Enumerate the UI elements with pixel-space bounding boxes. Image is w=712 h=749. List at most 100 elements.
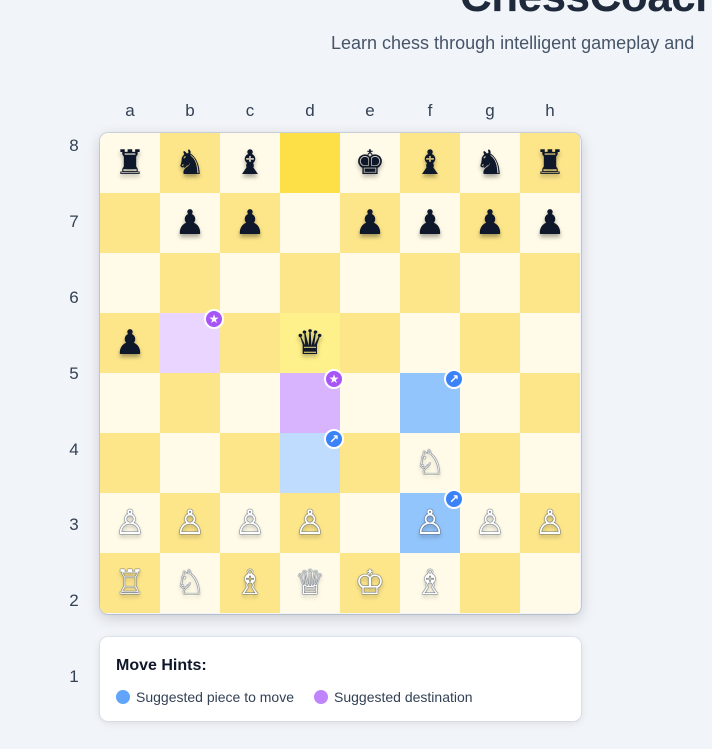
file-label-a: a: [125, 101, 135, 120]
square-d6[interactable]: [280, 253, 340, 313]
square-a3[interactable]: [100, 433, 160, 493]
file-label-c: c: [245, 101, 255, 120]
square-b3[interactable]: [160, 433, 220, 493]
square-e8[interactable]: ♚: [340, 133, 400, 193]
white-pawn-icon[interactable]: ♙: [295, 506, 325, 540]
square-g1[interactable]: [460, 553, 520, 613]
square-h3[interactable]: [520, 433, 580, 493]
square-b2[interactable]: ♙: [160, 493, 220, 553]
file-label-e: e: [365, 101, 375, 120]
black-pawn-icon[interactable]: ♟: [415, 206, 445, 240]
square-g4[interactable]: [460, 373, 520, 433]
rank-label-5: 5: [69, 364, 79, 383]
square-g8[interactable]: ♞: [460, 133, 520, 193]
black-pawn-icon[interactable]: ♟: [355, 206, 385, 240]
square-c2[interactable]: ♙: [220, 493, 280, 553]
white-pawn-icon[interactable]: ♙: [235, 506, 265, 540]
square-f5[interactable]: [400, 313, 460, 373]
square-e6[interactable]: [340, 253, 400, 313]
square-c7[interactable]: ♟: [220, 193, 280, 253]
square-f8[interactable]: ♝: [400, 133, 460, 193]
rank-label-7: 7: [69, 212, 79, 231]
black-pawn-icon[interactable]: ♟: [175, 206, 205, 240]
square-h6[interactable]: [520, 253, 580, 313]
square-h5[interactable]: [520, 313, 580, 373]
square-g2[interactable]: ♙: [460, 493, 520, 553]
rank-label-8: 8: [69, 136, 79, 155]
square-c8[interactable]: ♝: [220, 133, 280, 193]
black-pawn-icon[interactable]: ♟: [535, 206, 565, 240]
white-king-icon[interactable]: ♔: [355, 566, 385, 600]
square-c6[interactable]: [220, 253, 280, 313]
suggested-piece-icon: ↗: [444, 369, 464, 389]
black-bishop-icon[interactable]: ♝: [415, 146, 445, 180]
white-rook-icon[interactable]: ♖: [115, 566, 145, 600]
square-a8[interactable]: ♜: [100, 133, 160, 193]
square-h7[interactable]: ♟: [520, 193, 580, 253]
square-e7[interactable]: ♟: [340, 193, 400, 253]
black-pawn-icon[interactable]: ♟: [475, 206, 505, 240]
square-c5[interactable]: [220, 313, 280, 373]
square-e3[interactable]: [340, 433, 400, 493]
white-pawn-icon[interactable]: ♙: [115, 506, 145, 540]
square-f3[interactable]: ♘: [400, 433, 460, 493]
black-knight-icon[interactable]: ♞: [175, 146, 205, 180]
square-g6[interactable]: [460, 253, 520, 313]
square-d5[interactable]: ♛: [280, 313, 340, 373]
square-b8[interactable]: ♞: [160, 133, 220, 193]
square-a5[interactable]: ♟: [100, 313, 160, 373]
white-knight-icon[interactable]: ♘: [415, 446, 445, 480]
black-rook-icon[interactable]: ♜: [115, 146, 145, 180]
white-queen-icon[interactable]: ♕: [295, 566, 325, 600]
square-h1[interactable]: [520, 553, 580, 613]
square-e5[interactable]: [340, 313, 400, 373]
square-a6[interactable]: [100, 253, 160, 313]
white-knight-icon[interactable]: ♘: [175, 566, 205, 600]
white-pawn-icon[interactable]: ♙: [535, 506, 565, 540]
square-d7[interactable]: [280, 193, 340, 253]
square-b6[interactable]: [160, 253, 220, 313]
file-label-b: b: [185, 101, 195, 120]
black-bishop-icon[interactable]: ♝: [235, 146, 265, 180]
square-g3[interactable]: [460, 433, 520, 493]
square-f6[interactable]: [400, 253, 460, 313]
square-c4[interactable]: [220, 373, 280, 433]
square-h8[interactable]: ♜: [520, 133, 580, 193]
square-h4[interactable]: [520, 373, 580, 433]
square-d2[interactable]: ♙: [280, 493, 340, 553]
suggested-piece-icon: ↗: [444, 489, 464, 509]
file-label-d: d: [305, 101, 315, 120]
square-c3[interactable]: [220, 433, 280, 493]
white-bishop-icon[interactable]: ♗: [235, 566, 265, 600]
square-c1[interactable]: ♗: [220, 553, 280, 613]
black-king-icon[interactable]: ♚: [355, 146, 385, 180]
square-g7[interactable]: ♟: [460, 193, 520, 253]
square-e1[interactable]: ♔: [340, 553, 400, 613]
rank-label-6: 6: [69, 288, 79, 307]
square-a4[interactable]: [100, 373, 160, 433]
white-bishop-icon[interactable]: ♗: [415, 566, 445, 600]
square-g5[interactable]: [460, 313, 520, 373]
black-queen-icon[interactable]: ♛: [295, 326, 325, 360]
square-d1[interactable]: ♕: [280, 553, 340, 613]
square-b1[interactable]: ♘: [160, 553, 220, 613]
square-d8[interactable]: [280, 133, 340, 193]
white-pawn-icon[interactable]: ♙: [175, 506, 205, 540]
black-pawn-icon[interactable]: ♟: [235, 206, 265, 240]
square-f7[interactable]: ♟: [400, 193, 460, 253]
square-a2[interactable]: ♙: [100, 493, 160, 553]
square-f1[interactable]: ♗: [400, 553, 460, 613]
suggested-destination-icon: ★: [204, 309, 224, 329]
square-e2[interactable]: [340, 493, 400, 553]
black-pawn-icon[interactable]: ♟: [115, 326, 145, 360]
square-e4[interactable]: [340, 373, 400, 433]
white-pawn-icon[interactable]: ♙: [415, 506, 445, 540]
black-knight-icon[interactable]: ♞: [475, 146, 505, 180]
square-a1[interactable]: ♖: [100, 553, 160, 613]
square-a7[interactable]: [100, 193, 160, 253]
square-b7[interactable]: ♟: [160, 193, 220, 253]
white-pawn-icon[interactable]: ♙: [475, 506, 505, 540]
square-h2[interactable]: ♙: [520, 493, 580, 553]
square-b4[interactable]: [160, 373, 220, 433]
black-rook-icon[interactable]: ♜: [535, 146, 565, 180]
